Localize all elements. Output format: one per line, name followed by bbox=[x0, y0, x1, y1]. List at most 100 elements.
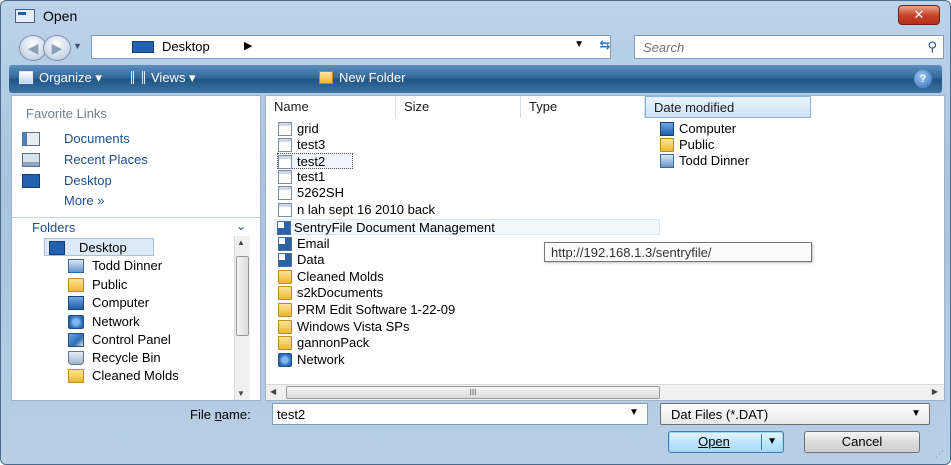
column-header-size[interactable]: Size bbox=[396, 96, 521, 118]
navigation-bar: ◀ ▶ ▼ Desktop ▶ ▼ ⇆ ⚲ bbox=[1, 33, 950, 61]
window-title: Open bbox=[43, 8, 78, 24]
column-header-label: Name bbox=[274, 99, 309, 114]
file-list-scrollbar[interactable]: ◀ III ▶ bbox=[266, 384, 944, 400]
open-button[interactable]: Open ▼ bbox=[668, 431, 784, 453]
folder-icon bbox=[68, 369, 84, 383]
file-item-label: test2 bbox=[297, 154, 326, 169]
folders-label: Folders bbox=[32, 220, 76, 235]
document-icon bbox=[278, 122, 292, 136]
column-header-type[interactable]: Type bbox=[521, 96, 645, 118]
folders-scrollbar[interactable]: ▲ ▼ bbox=[234, 236, 250, 400]
favorite-links-heading: Favorite Links bbox=[26, 106, 107, 121]
file-name-label-prefix: File bbox=[190, 407, 215, 422]
forward-button[interactable]: ▶ bbox=[43, 35, 71, 61]
computer-icon bbox=[68, 296, 84, 310]
file-item-label: PRM Edit Software 1-22-09 bbox=[297, 302, 456, 317]
user-icon bbox=[68, 259, 84, 273]
document-icon bbox=[278, 186, 292, 200]
file-item-label: Computer bbox=[679, 121, 737, 136]
scroll-left-icon[interactable]: ◀ bbox=[270, 387, 276, 396]
organize-icon bbox=[19, 71, 33, 84]
folders-header[interactable]: Folders ⌄ bbox=[12, 217, 260, 237]
tree-item-label: Public bbox=[92, 277, 128, 292]
cancel-button[interactable]: Cancel bbox=[804, 431, 920, 453]
scrollbar-thumb[interactable] bbox=[236, 256, 249, 336]
refresh-button[interactable]: ⇆ bbox=[591, 37, 619, 57]
column-header-date-modified[interactable]: Date modified bbox=[645, 96, 811, 118]
tree-item-label: Cleaned Molds bbox=[92, 368, 179, 383]
file-item-label: Data bbox=[297, 252, 325, 267]
views-icon bbox=[131, 71, 145, 84]
shortcut-icon bbox=[278, 253, 292, 267]
network-icon bbox=[278, 353, 292, 367]
control-panel-icon bbox=[68, 333, 84, 347]
file-item-label: SentryFile Document Management bbox=[294, 220, 495, 235]
address-bar[interactable]: Desktop ▶ ▼ bbox=[91, 35, 611, 59]
split-divider bbox=[761, 434, 762, 450]
file-item-label: test1 bbox=[297, 169, 326, 184]
open-options-dropdown-icon[interactable]: ▼ bbox=[767, 432, 777, 452]
file-item-sentryfile-document-management[interactable]: SentryFile Document Management bbox=[274, 219, 660, 235]
folder-icon bbox=[278, 303, 292, 317]
url-tooltip: http://192.168.1.3/sentryfile/ bbox=[544, 242, 812, 262]
column-header-name[interactable]: Name bbox=[266, 96, 396, 118]
file-type-select[interactable]: Dat Files (*.DAT) ▼ bbox=[660, 403, 930, 425]
new-folder-icon bbox=[319, 71, 333, 84]
recent-places-icon bbox=[22, 153, 40, 167]
address-location[interactable]: Desktop bbox=[162, 39, 210, 54]
file-item-label: 5262SH bbox=[297, 185, 344, 200]
desktop-icon bbox=[132, 41, 154, 53]
search-box[interactable]: ⚲ bbox=[634, 35, 944, 59]
favorite-link-label: Desktop bbox=[64, 173, 112, 188]
file-item-label: n lah sept 16 2010 back bbox=[297, 202, 436, 217]
document-icon bbox=[278, 138, 292, 152]
shortcut-icon bbox=[278, 237, 292, 251]
breadcrumb-arrow-icon[interactable]: ▶ bbox=[244, 39, 252, 52]
file-name-label-suffix: ame: bbox=[221, 407, 251, 422]
documents-icon bbox=[22, 132, 40, 146]
file-name-input[interactable] bbox=[272, 403, 648, 425]
resize-grip-icon[interactable]: ⋰ bbox=[935, 449, 944, 460]
organize-menu[interactable]: Organize ▾ bbox=[19, 70, 102, 86]
tree-item-label: Desktop bbox=[79, 240, 127, 255]
search-input[interactable] bbox=[635, 36, 915, 58]
document-icon bbox=[278, 203, 292, 217]
file-item-label: Todd Dinner bbox=[679, 153, 750, 168]
open-button-label: Open bbox=[698, 434, 730, 449]
file-item-label: gannonPack bbox=[297, 335, 370, 350]
favorite-link-label: Recent Places bbox=[64, 152, 148, 167]
scrollbar-thumb[interactable]: III bbox=[286, 386, 660, 399]
file-item-label: grid bbox=[297, 121, 319, 136]
file-name-dropdown-icon[interactable]: ▼ bbox=[629, 407, 639, 418]
document-icon bbox=[278, 155, 292, 169]
file-item-label: Public bbox=[679, 137, 715, 152]
scroll-right-icon[interactable]: ▶ bbox=[932, 387, 938, 396]
views-menu[interactable]: Views ▾ bbox=[131, 70, 196, 86]
recent-pages-dropdown[interactable]: ▼ bbox=[73, 41, 82, 51]
file-item-label: s2kDocuments bbox=[297, 285, 383, 300]
tree-item-label: Todd Dinner bbox=[92, 258, 163, 273]
title-bar: Open ✕ bbox=[1, 1, 950, 31]
scroll-up-icon[interactable]: ▲ bbox=[237, 238, 245, 247]
column-header-label: Type bbox=[529, 99, 558, 114]
close-button[interactable]: ✕ bbox=[898, 5, 940, 25]
file-item-test2[interactable]: test2 bbox=[277, 153, 353, 169]
new-folder-button[interactable]: New Folder bbox=[319, 70, 405, 85]
search-icon[interactable]: ⚲ bbox=[927, 39, 937, 55]
tree-item-desktop[interactable]: Desktop bbox=[44, 238, 154, 256]
file-item-label: Windows Vista SPs bbox=[297, 319, 410, 334]
chevron-down-icon[interactable]: ⌄ bbox=[236, 219, 246, 233]
file-type-value: Dat Files (*.DAT) bbox=[671, 407, 769, 422]
scroll-down-icon[interactable]: ▼ bbox=[237, 389, 245, 398]
more-links-button[interactable]: More » bbox=[64, 193, 104, 208]
file-name-label-accelerator: n bbox=[214, 407, 222, 422]
chevron-down-icon[interactable]: ▼ bbox=[911, 408, 921, 419]
open-dialog: Open ✕ ◀ ▶ ▼ Desktop ▶ ▼ ⇆ ⚲ Organize ▾ … bbox=[0, 0, 951, 465]
computer-icon bbox=[660, 122, 674, 136]
help-icon[interactable]: ? bbox=[914, 70, 932, 88]
window-icon bbox=[15, 9, 35, 23]
navigation-pane: Favorite Links Documents Recent Places D… bbox=[11, 95, 261, 401]
favorite-link-label: Documents bbox=[64, 131, 130, 146]
views-label: Views ▾ bbox=[151, 70, 196, 85]
address-dropdown-icon[interactable]: ▼ bbox=[574, 39, 584, 50]
